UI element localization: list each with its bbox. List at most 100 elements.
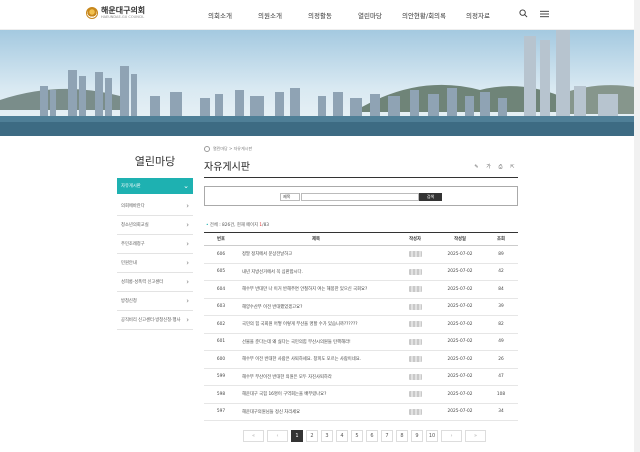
column-header-author: 작성자 — [394, 232, 436, 246]
chevron-right-icon: › — [186, 258, 189, 267]
sidebar-menu: 자유게시판 ⌄ 의회에바란다 › 청소년의회교실 › 주민조례청구 › 민원안내 › 성희… — [117, 178, 193, 330]
table-row[interactable]: 603 해양수산부 이전 반대했었겠고요? 2025-07-02 39 — [204, 298, 518, 316]
council-emblem-icon — [86, 7, 98, 20]
post-number: 601 — [204, 333, 238, 351]
post-number: 600 — [204, 350, 238, 369]
search-box: 제목 검색 — [204, 186, 518, 206]
table-row[interactable]: 605 내년 지방선거에서 꼭 심판합시다. 2025-07-02 42 — [204, 263, 518, 281]
first-page-button[interactable]: « — [243, 430, 264, 442]
sidebar-item-label: 민원안내 — [121, 260, 137, 266]
hamburger-menu-icon[interactable] — [540, 10, 549, 18]
post-title-link[interactable]: 선물을 준다는데 왜 싫다는 국민의힘 부산시의원들 탄핵해라! — [238, 333, 394, 351]
logo-subtext: HAEUNDAE-GU COUNCIL — [101, 15, 145, 19]
share-icon[interactable]: ✎ — [473, 164, 480, 171]
post-title-link[interactable]: 해운대구 국힘 16명이 구역회는을 배부렀나요? — [238, 385, 394, 404]
site-logo[interactable]: 해운대구의회 HAEUNDAE-GU COUNCIL — [86, 7, 145, 20]
post-title-link[interactable]: 내년 지방선거에서 꼭 심판합시다. — [238, 263, 394, 281]
table-row[interactable]: 600 해수부 이전 반대한 사람은 사퇴하세요. 창피도 모르는 사람이네요. 2… — [204, 350, 518, 369]
column-header-date: 작성일 — [436, 232, 484, 246]
page-scrollbar[interactable] — [634, 0, 640, 452]
page-link-7[interactable]: 7 — [381, 430, 393, 442]
column-header-number: 번호 — [204, 232, 238, 246]
nav-item-resources[interactable]: 의정자료 — [453, 10, 503, 20]
post-views: 47 — [484, 368, 518, 386]
page-link-6[interactable]: 6 — [366, 430, 378, 442]
author-redacted — [408, 268, 422, 275]
sidebar-item-observation-request[interactable]: 방청신청 › — [117, 292, 193, 311]
chevron-right-icon: › — [186, 239, 189, 248]
post-date: 2025-07-02 — [436, 280, 484, 299]
page-link-1[interactable]: 1 — [291, 430, 303, 442]
table-row[interactable]: 606 정말 정치에서 문상전날하고 2025-07-02 89 — [204, 245, 518, 264]
page-link-5[interactable]: 5 — [351, 430, 363, 442]
column-header-views: 조회 — [484, 232, 518, 246]
stat-suffix: /83 — [262, 223, 270, 228]
page-link-8[interactable]: 8 — [396, 430, 408, 442]
table-row[interactable]: 602 국민의 힘 국회원 어떻 이렇게 부산을 명할 수가 있습니까??????… — [204, 315, 518, 334]
last-page-button[interactable]: » — [465, 430, 486, 442]
search-button[interactable]: 검색 — [419, 193, 442, 201]
next-page-button[interactable]: › — [441, 430, 462, 442]
author-redacted — [408, 251, 422, 257]
page-link-2[interactable]: 2 — [306, 430, 318, 442]
author-redacted — [408, 373, 422, 380]
author-redacted — [408, 338, 422, 345]
chevron-right-icon: › — [186, 296, 189, 305]
post-title-link[interactable]: 해수부 부산이전 반대한 의원은 모두 자진사퇴하라 — [238, 368, 394, 386]
post-views: 39 — [484, 298, 518, 316]
table-row[interactable]: 597 해운대구의원님들 정신 차리세요 2025-07-02 34 — [204, 403, 518, 421]
table-row[interactable]: 598 해운대구 국힘 16명이 구역회는을 배부렀나요? 2025-07-02 10… — [204, 385, 518, 404]
home-icon[interactable] — [204, 146, 210, 152]
page-link-3[interactable]: 3 — [321, 430, 333, 442]
export-icon[interactable]: ⇱ — [509, 164, 516, 171]
post-count-status: • 전체 : 826건, 현재 페이지 1/83 — [206, 222, 269, 228]
post-title-link[interactable]: 해수부 반대만 나 이거 반해주면 안철하지 여는 해몽한 있으신 국회요? — [238, 280, 394, 299]
post-number: 599 — [204, 368, 238, 386]
print-icon[interactable]: ⎙ — [497, 164, 504, 171]
pagination: « ‹ 1 2 3 4 5 6 7 8 9 10 › » — [243, 430, 486, 442]
chevron-down-icon: ⌄ — [183, 182, 189, 190]
post-number: 602 — [204, 315, 238, 334]
font-size-icon[interactable]: 가 — [485, 164, 492, 171]
site-header: 해운대구의회 HAEUNDAE-GU COUNCIL 의회소개 의원소개 의정활… — [0, 0, 640, 30]
table-row[interactable]: 601 선물을 준다는데 왜 싫다는 국민의힘 부산시의원들 탄핵해라! 2025-… — [204, 333, 518, 351]
post-views: 84 — [484, 280, 518, 299]
nav-item-bills-minutes[interactable]: 의안현황/회의록 — [395, 10, 453, 20]
post-views: 49 — [484, 333, 518, 351]
title-divider — [204, 177, 518, 178]
nav-item-open-forum[interactable]: 열린마당 — [345, 10, 395, 20]
sidebar-item-civil-guide[interactable]: 민원안내 › — [117, 254, 193, 273]
page-link-9[interactable]: 9 — [411, 430, 423, 442]
page-link-4[interactable]: 4 — [336, 430, 348, 442]
sidebar-item-harassment-report[interactable]: 성희롱·성폭력 신고센터 › — [117, 273, 193, 292]
chevron-right-icon: › — [186, 277, 189, 286]
search-icon[interactable] — [519, 9, 528, 18]
column-header-title: 제목 — [238, 232, 394, 246]
prev-page-button[interactable]: ‹ — [267, 430, 288, 442]
table-row[interactable]: 599 해수부 부산이전 반대한 의원은 모두 자진사퇴하라 2025-07-02 4… — [204, 368, 518, 386]
search-field-select[interactable]: 제목 — [280, 193, 300, 201]
nav-item-members[interactable]: 의원소개 — [245, 10, 295, 20]
sidebar-item-requests[interactable]: 의회에바란다 › — [117, 197, 193, 216]
post-title-link[interactable]: 해양수산부 이전 반대했었겠고요? — [238, 298, 394, 316]
page-link-10[interactable]: 10 — [426, 430, 438, 442]
post-title-link[interactable]: 정말 정치에서 문상전날하고 — [238, 245, 394, 264]
chevron-right-icon: › — [186, 220, 189, 229]
post-views: 26 — [484, 350, 518, 369]
sidebar-item-corruption-report[interactable]: 공직비리 신고센터·방청신청·행사 › — [117, 311, 193, 330]
post-number: 605 — [204, 263, 238, 281]
sidebar-item-ordinance-request[interactable]: 주민조례청구 › — [117, 235, 193, 254]
table-row[interactable]: 604 해수부 반대만 나 이거 반해주면 안철하지 여는 해몽한 있으신 국회요… — [204, 280, 518, 299]
board-table: 번호 제목 작성자 작성일 조회 606 정말 정치에서 문상전날하고 2025-0… — [204, 232, 518, 421]
sidebar-item-free-board[interactable]: 자유게시판 ⌄ — [117, 178, 193, 194]
search-input[interactable] — [301, 193, 419, 201]
post-title-link[interactable]: 해운대구의원님들 정신 차리세요 — [238, 403, 394, 421]
post-title-link[interactable]: 국민의 힘 국회원 어떻 이렇게 부산을 명할 수가 있습니까?????? — [238, 315, 394, 334]
post-title-link[interactable]: 해수부 이전 반대한 사람은 사퇴하세요. 창피도 모르는 사람이네요. — [238, 350, 394, 369]
post-date: 2025-07-02 — [436, 350, 484, 369]
nav-item-council-intro[interactable]: 의회소개 — [195, 10, 245, 20]
nav-item-activities[interactable]: 의정활동 — [295, 10, 345, 20]
sidebar-item-label: 방청신청 — [121, 298, 137, 304]
sidebar-item-youth-council[interactable]: 청소년의회교실 › — [117, 216, 193, 235]
page-title: 자유게시판 — [204, 162, 250, 173]
